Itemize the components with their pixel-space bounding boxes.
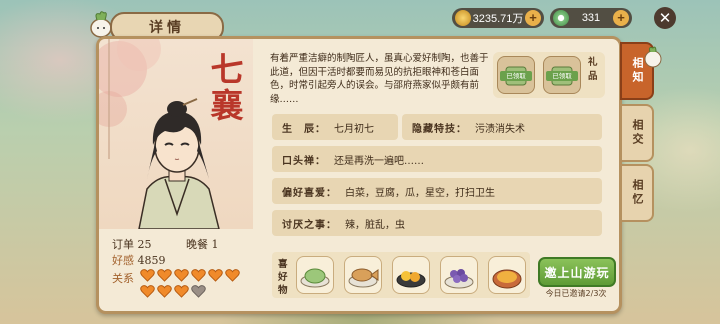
hidden-trait-row: 隐藏特技： 污渍消失术 [402, 114, 602, 140]
gift-claimed-tag: 已领取 [546, 71, 578, 81]
relation-label: 关系 [112, 272, 134, 285]
page-title: 详情 [149, 20, 185, 36]
birthday-label: 生 辰： [282, 123, 326, 135]
filled-heart-icon [174, 269, 189, 282]
filled-heart-icon [174, 285, 189, 298]
favorite-items-label: 喜好物 [278, 259, 288, 296]
tofu-dish-icon [492, 269, 522, 289]
fish-dish-icon [348, 268, 379, 288]
orders-value: 25 [137, 238, 152, 251]
filled-heart-icon [191, 269, 206, 282]
tab-xiangjiao[interactable]: 相交 [620, 104, 654, 162]
invite-count-note: 今日已邀请2/3次 [545, 289, 607, 298]
gift-item-1[interactable]: 已领取 [497, 56, 535, 94]
tab-xiangyi[interactable]: 相忆 [620, 164, 654, 222]
filled-heart-icon [157, 269, 172, 282]
filled-heart-icon [225, 269, 240, 282]
favorite-item-1[interactable] [296, 256, 334, 294]
hobby-value: 白菜，豆腐，瓜，星空，打扫卫生 [345, 187, 495, 199]
tab-label: 相忆 [631, 179, 644, 207]
jade-resource-counter: 331 + [550, 8, 632, 28]
radish-mascot-icon [644, 46, 662, 68]
filled-heart-icon [140, 269, 155, 282]
dislike-row: 讨厌之事： 辣，脏乱，虫 [272, 210, 602, 236]
favorite-item-2[interactable] [344, 256, 382, 294]
grape-dish-icon [444, 269, 474, 289]
catchphrase-value: 还是再洗一遍吧…… [334, 155, 424, 167]
character-name: 七 襄 [210, 50, 244, 125]
trait-value: 污渍消失术 [475, 123, 525, 135]
gold-coin-icon [455, 10, 471, 26]
affinity-label: 好感 [112, 254, 134, 267]
filled-heart-icon [208, 269, 223, 282]
cabbage-dish-icon [300, 268, 330, 288]
dinner-label: 晚餐 [186, 238, 208, 251]
add-jade-button[interactable]: + [613, 10, 629, 26]
tab-label: 相交 [631, 119, 644, 147]
birthday-row: 生 辰： 七月初七 [272, 114, 398, 140]
gold-resource-counter: 3235.71万 + [452, 8, 544, 28]
hobby-label: 偏好喜爱： [282, 187, 337, 199]
filled-heart-icon [140, 285, 155, 298]
jade-coin-icon [553, 10, 569, 26]
catchphrase-row: 口头禅： 还是再洗一遍吧…… [272, 146, 602, 172]
filled-heart-icon [157, 285, 172, 298]
favorite-item-4[interactable] [440, 256, 478, 294]
jade-value: 331 [581, 12, 601, 24]
affinity-stat: 好感 4859 [112, 252, 166, 268]
dislike-value: 辣，脏乱，虫 [345, 219, 405, 231]
relation-hearts [140, 268, 240, 298]
orders-stat: 订单 25 [112, 236, 152, 252]
birthday-value: 七月初七 [334, 123, 374, 135]
invite-mountain-trip-button[interactable]: 邀上山游玩 [538, 257, 616, 287]
empty-heart-icon [191, 285, 206, 298]
gold-value: 3235.71万 [472, 13, 524, 25]
dislike-label: 讨厌之事： [282, 219, 337, 231]
dinner-stat: 晚餐 1 [186, 236, 219, 252]
gift-item-2[interactable]: 已领取 [543, 56, 581, 94]
dinner-value: 1 [211, 238, 219, 251]
orders-label: 订单 [112, 238, 134, 251]
catchphrase-label: 口头禅： [282, 155, 326, 167]
egg-dish-icon [396, 271, 426, 288]
gift-claimed-tag: 已领取 [500, 71, 532, 81]
hobby-row: 偏好喜爱： 白菜，豆腐，瓜，星空，打扫卫生 [272, 178, 602, 204]
add-gold-button[interactable]: + [525, 10, 541, 26]
favorite-item-3[interactable] [392, 256, 430, 294]
favorite-item-5[interactable] [488, 256, 526, 294]
close-button[interactable]: ✕ [654, 7, 676, 29]
character-description: 有着严重洁癖的制陶匠人，虽真心爱好制陶，也善于此道，但因干活时都要而易见的抗拒眼… [270, 53, 489, 105]
close-icon: ✕ [658, 9, 672, 27]
affinity-value: 4859 [137, 254, 166, 267]
gifts-label: 礼品 [588, 57, 598, 82]
trait-label: 隐藏特技： [412, 123, 467, 135]
